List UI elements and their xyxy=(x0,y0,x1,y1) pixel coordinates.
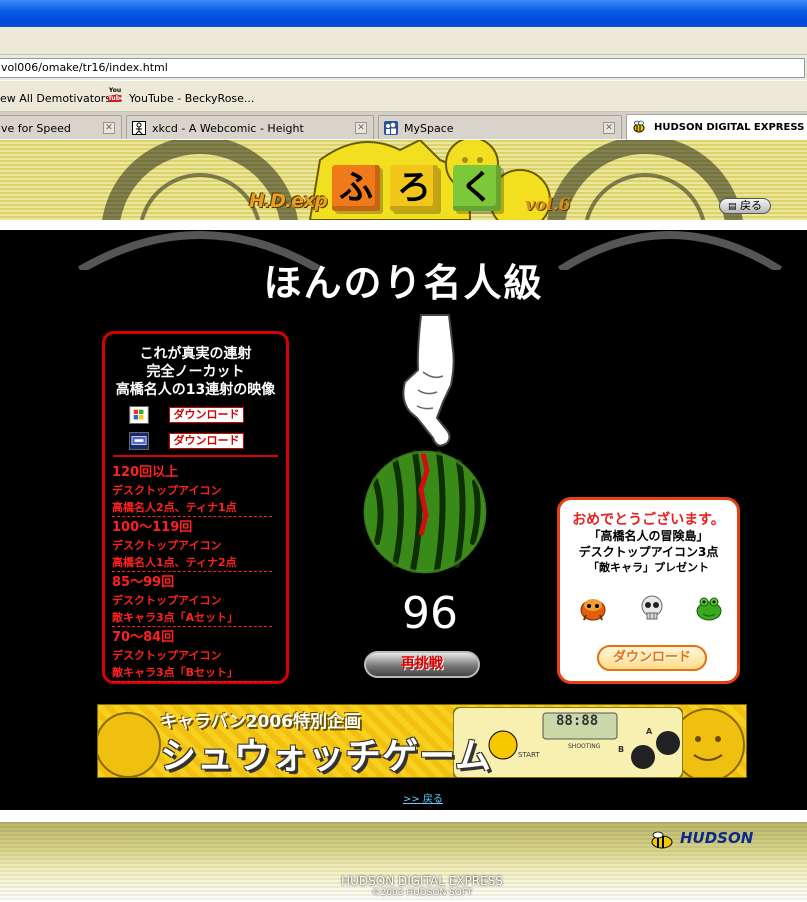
device-shooting-label: SHOOTING xyxy=(568,743,601,750)
bookmark-youtube[interactable]: YouTube - BeckyRose... xyxy=(129,92,254,105)
header-divider xyxy=(0,220,807,230)
tier-reward: デスクトップアイコン xyxy=(112,594,222,607)
back-button-label: 戻る xyxy=(740,199,762,212)
windows-media-icon xyxy=(129,406,149,424)
address-input[interactable]: vol006/omake/tr16/index.html xyxy=(0,58,805,78)
retry-button[interactable]: 再挑戦 xyxy=(364,651,480,678)
footer-site-name: HUDSON DIGITAL EXPRESS xyxy=(341,874,503,888)
shuwatch-game-banner[interactable]: 88:88 START SHOOTING B A キャラバン2006特別企画 シ… xyxy=(97,704,747,778)
window-titlebar xyxy=(0,0,807,27)
list-icon: ▤ xyxy=(727,202,737,212)
tier-range: 120回以上 xyxy=(112,465,179,480)
back-link[interactable]: >> 戻る xyxy=(403,790,443,805)
footer-copyright: ©2003 HUDSON SOFT xyxy=(371,888,473,898)
device-b-label: B xyxy=(618,745,625,754)
tier-detail: 高橋名人1点、ティナ2点 xyxy=(112,554,272,572)
device-a-label: A xyxy=(646,727,653,736)
tier-reward: デスクトップアイコン xyxy=(112,539,222,552)
panel-title-line: 高橋名人の13連射の映像 xyxy=(115,382,276,398)
myspace-favicon-icon xyxy=(384,121,398,135)
reward-list-panel: これが真実の連射 完全ノーカット 高橋名人の13連射の映像 ダウンロード ダウン… xyxy=(102,331,289,684)
tier-range: 100〜119回 xyxy=(112,520,193,535)
footer-divider xyxy=(0,810,807,822)
rank-heading: ほんのり名人級 xyxy=(263,260,544,305)
panel-divider xyxy=(113,455,278,457)
congrats-text: おめでとうございます。 xyxy=(572,512,725,528)
score-display: 96 xyxy=(402,588,458,639)
lcd-display: 88:88 xyxy=(556,713,599,729)
reward-panel: おめでとうございます。 「高橋名人の冒険島」 デスクトップアイコン3点 「敵キャ… xyxy=(557,497,740,684)
volume-label: vol.6 xyxy=(525,195,571,215)
furoku-block-2: ろ xyxy=(390,165,438,211)
panel-title-line: 完全ノーカット xyxy=(146,364,245,380)
youtube-icon: You Tube xyxy=(108,87,125,102)
tier-reward: デスクトップアイコン xyxy=(112,649,222,662)
device-start-label: START xyxy=(518,751,540,759)
bookmarks-bar: ew All Demotivators® You Tube YouTube - B… xyxy=(0,80,807,112)
frog-enemy-icon xyxy=(696,597,722,621)
close-icon[interactable]: ✕ xyxy=(355,122,367,134)
hudson-bee-icon xyxy=(651,831,673,849)
skull-enemy-icon xyxy=(641,595,663,620)
tab-strip: ve for Speed ✕ xkcd - A Webcomic - Heigh… xyxy=(0,112,807,140)
close-icon[interactable]: ✕ xyxy=(103,122,115,134)
tab-hudson[interactable]: HUDSON DIGITAL EXPRESS xyxy=(626,114,807,140)
xkcd-favicon-icon xyxy=(132,121,146,135)
download-video-quicktime-button[interactable]: ダウンロード xyxy=(169,433,244,449)
close-icon[interactable]: ✕ xyxy=(603,122,615,134)
bookmark-demotivators[interactable]: ew All Demotivators® xyxy=(0,92,122,105)
tier-range: 85〜99回 xyxy=(112,575,175,590)
tab-label: ve for Speed xyxy=(1,122,71,135)
watermelon-game-illustration xyxy=(363,314,487,574)
hd-exp-logo: H.D.exp xyxy=(249,190,328,212)
furoku-block-3: く xyxy=(453,165,501,211)
pointing-hand-icon xyxy=(402,314,455,447)
tab-myspace[interactable]: MySpace ✕ xyxy=(378,115,622,139)
menu-bar xyxy=(0,27,807,54)
back-button[interactable]: ▤ 戻る xyxy=(719,198,771,214)
tier-detail: 敵キャラ3点「Bセット」 xyxy=(112,664,272,682)
reward-line: 「高橋名人の冒険島」 xyxy=(588,529,709,543)
panel-title-line: これが真実の連射 xyxy=(139,346,252,362)
tab-xkcd[interactable]: xkcd - A Webcomic - Height ✕ xyxy=(126,115,374,139)
boar-enemy-icon xyxy=(580,599,606,621)
banner-title: シュウォッチゲーム xyxy=(160,736,492,777)
tab-label: MySpace xyxy=(404,122,454,135)
tier-reward: デスクトップアイコン xyxy=(112,484,222,497)
tab-label: xkcd - A Webcomic - Height xyxy=(152,122,304,135)
download-icons-button[interactable]: ダウンロード xyxy=(597,645,707,671)
tier-range: 70〜84回 xyxy=(112,630,175,645)
reward-line: 「敵キャラ」プレゼント xyxy=(588,561,709,574)
quicktime-icon xyxy=(129,432,149,450)
download-video-windows-button[interactable]: ダウンロード xyxy=(169,407,244,423)
tab-label: HUDSON DIGITAL EXPRESS xyxy=(654,122,805,133)
bee-favicon-icon xyxy=(633,120,645,133)
tier-detail: 敵キャラ3点「Aセット」 xyxy=(112,609,272,627)
watermelon-icon xyxy=(363,450,487,574)
tab-speed[interactable]: ve for Speed ✕ xyxy=(0,115,122,139)
furoku-block-1: ふ xyxy=(332,165,380,211)
address-bar: vol006/omake/tr16/index.html xyxy=(0,54,807,80)
reward-line: デスクトップアイコン3点 xyxy=(578,545,719,559)
hudson-logo[interactable]: HUDSON xyxy=(680,829,753,847)
tier-detail: 高橋名人2点、ティナ1点 xyxy=(112,499,272,517)
